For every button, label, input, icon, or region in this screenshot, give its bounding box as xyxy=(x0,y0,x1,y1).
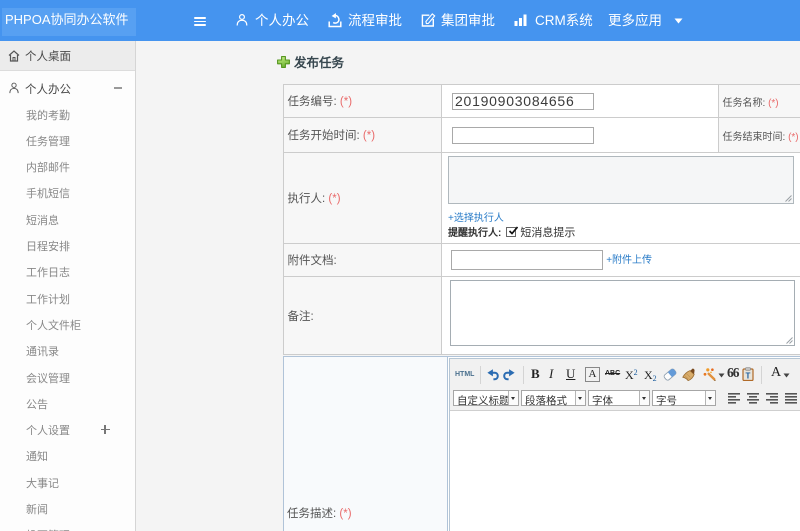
svg-text:T: T xyxy=(746,372,751,381)
